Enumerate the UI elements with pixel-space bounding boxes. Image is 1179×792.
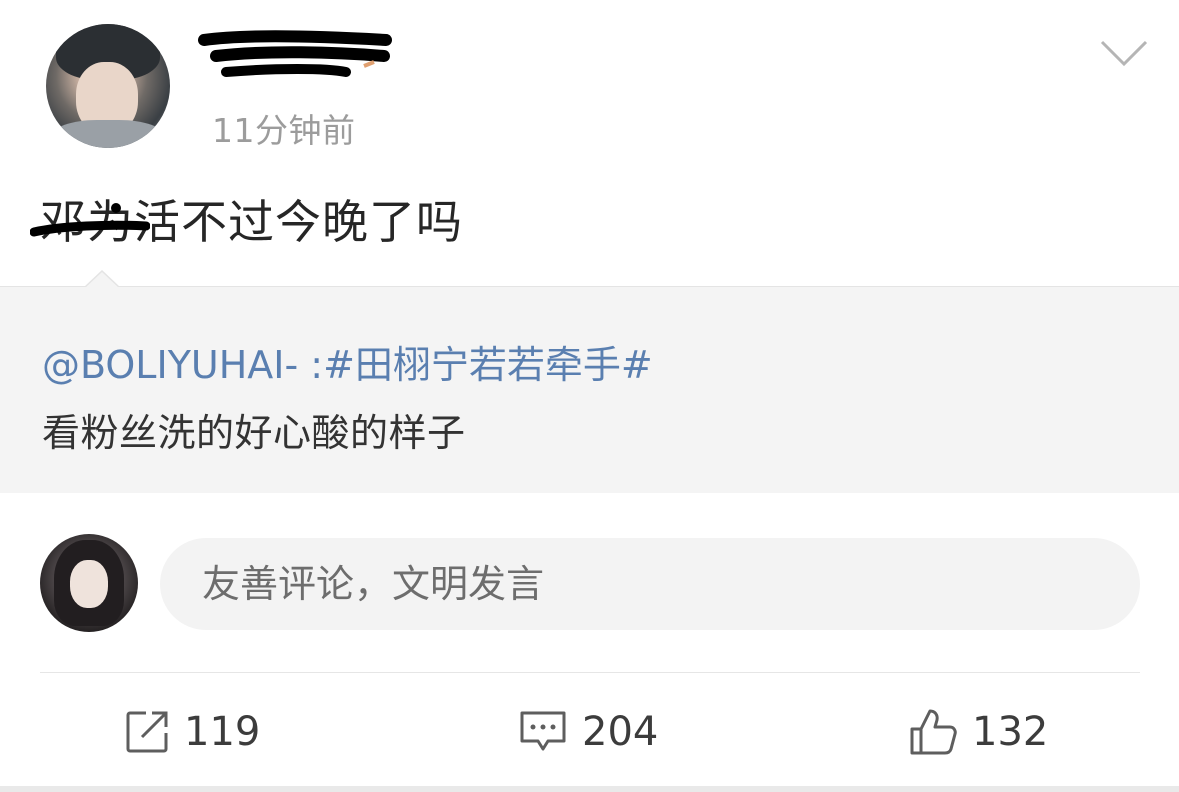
repost-count: 119 [184, 709, 261, 755]
bottom-separator [0, 786, 1179, 792]
redacted-username [198, 30, 392, 77]
post-timestamp: 11分钟前 [212, 111, 356, 150]
avatar-shirt [52, 120, 164, 148]
chevron-down-icon[interactable] [1098, 36, 1150, 70]
comment-input[interactable] [160, 538, 1140, 630]
like-button[interactable]: 132 [908, 702, 1048, 762]
comment-icon [520, 711, 566, 751]
repost-icon [126, 711, 168, 753]
comment-count: 204 [582, 709, 659, 755]
current-user-avatar [40, 534, 138, 632]
quoted-post[interactable] [0, 286, 1179, 493]
like-count: 132 [972, 709, 1049, 755]
avatar-face [70, 560, 108, 608]
quoted-username[interactable]: @BOLIYUHAI- [42, 343, 298, 387]
comment-button[interactable]: 204 [518, 702, 658, 762]
quoted-post-header[interactable]: @BOLIYUHAI- :#田栩宁若若牵手# [42, 334, 653, 389]
repost-button[interactable]: 119 [124, 702, 260, 762]
author-avatar[interactable] [46, 24, 170, 148]
quoted-post-text: 看粉丝洗的好心酸的样子 [42, 411, 466, 455]
quoted-topic-hashtag[interactable]: #田栩宁若若牵手# [323, 343, 653, 387]
redacted-name-in-post [30, 203, 150, 237]
quote-pointer [85, 272, 119, 288]
quoted-separator: : [298, 343, 324, 387]
like-icon [910, 709, 957, 755]
divider [40, 672, 1140, 673]
